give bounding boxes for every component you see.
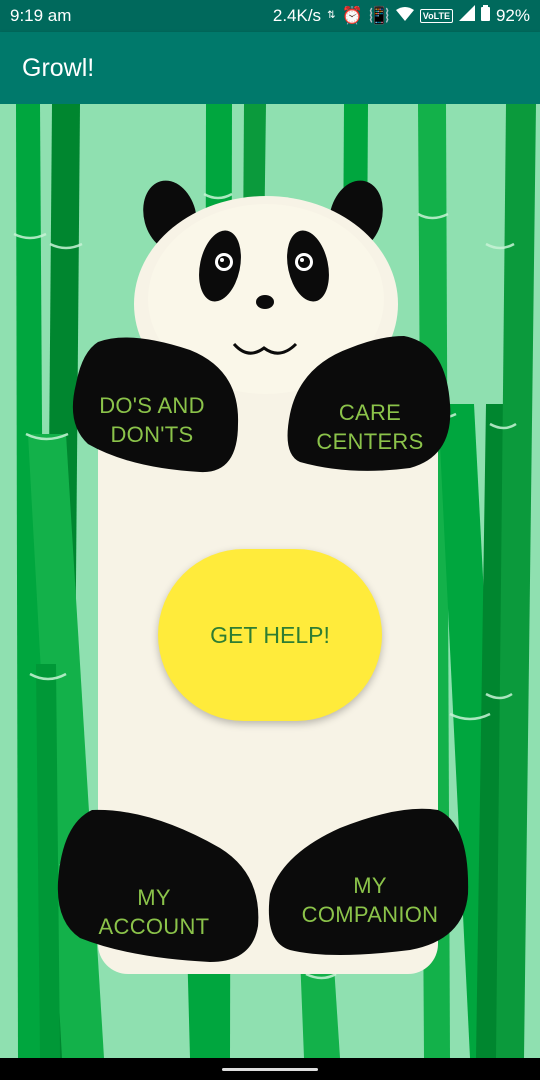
my-companion-label-line2: COMPANION	[301, 902, 439, 927]
my-account-label-line2: ACCOUNT	[98, 914, 210, 939]
status-bar: 9:19 am 2.4K/s ⇅ ⏰ 📳 VoLTE 92%	[0, 0, 540, 32]
status-time: 9:19 am	[10, 6, 72, 25]
my-companion-label-line1: MY	[353, 873, 387, 898]
wifi-icon	[395, 6, 414, 26]
home-gesture-pill[interactable]	[222, 1068, 318, 1071]
app-title: Growl!	[22, 54, 95, 82]
app-bar: Growl!	[0, 32, 540, 104]
signal-icon	[458, 5, 475, 26]
care-centers-label-line1: CARE	[338, 400, 402, 425]
care-centers-button[interactable]: CARE CENTERS	[300, 398, 440, 456]
battery-level: 92%	[495, 5, 530, 25]
alarm-icon: ⏰	[341, 5, 363, 25]
status-icons: 2.4K/s ⇅ ⏰ 📳 VoLTE 92%	[273, 5, 530, 26]
my-account-button[interactable]: MY ACCOUNT	[84, 883, 224, 941]
get-help-button[interactable]: GET HELP!	[158, 549, 382, 721]
my-companion-button[interactable]: MY COMPANION	[290, 871, 450, 929]
get-help-label: GET HELP!	[210, 621, 330, 648]
system-nav-bar	[0, 1058, 540, 1080]
volte-badge: VoLTE	[419, 8, 453, 23]
network-speed: 2.4K/s	[272, 5, 322, 25]
dos-and-donts-button[interactable]: DO'S AND DON'TS	[82, 391, 222, 449]
care-centers-label-line2: CENTERS	[316, 429, 424, 454]
dos-and-donts-label-line2: DON'TS	[110, 422, 194, 447]
data-arrows-icon: ⇅	[327, 10, 336, 21]
vibrate-icon: 📳	[368, 5, 390, 25]
battery-icon	[480, 5, 490, 26]
main-content: DO'S AND DON'TS CARE CENTERS GET HELP! M…	[0, 104, 540, 1058]
my-account-label-line1: MY	[137, 885, 171, 910]
dos-and-donts-label-line1: DO'S AND	[99, 393, 205, 418]
